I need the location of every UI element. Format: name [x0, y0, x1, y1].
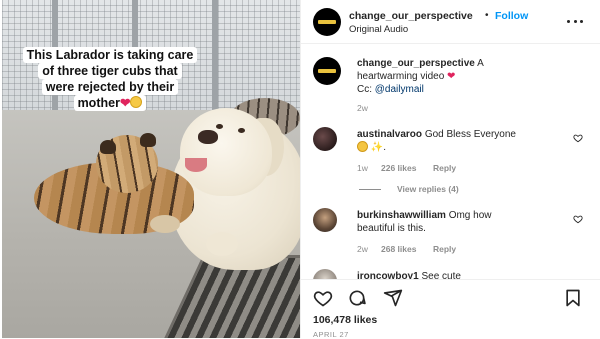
- comment-username[interactable]: austinalvaroo: [357, 129, 422, 140]
- comment: austinalvaroo God Bless Everyone ✨.: [357, 128, 557, 154]
- avatar[interactable]: [313, 269, 337, 279]
- header-username[interactable]: change_our_perspective: [349, 10, 473, 22]
- reply-button[interactable]: Reply: [433, 163, 456, 173]
- reply-button[interactable]: Reply: [433, 244, 456, 254]
- mention-link[interactable]: @dailymail: [375, 84, 424, 95]
- share-icon[interactable]: [383, 288, 403, 308]
- comment-time[interactable]: 2w: [357, 244, 368, 254]
- comment-username[interactable]: ironcowboy1: [357, 271, 419, 279]
- comment-text-continued: beautiful is this.: [357, 223, 426, 234]
- comment-icon[interactable]: [347, 288, 367, 308]
- heart-icon[interactable]: [313, 288, 333, 308]
- comment-text: Omg how: [448, 210, 492, 221]
- labrador-eye: [216, 124, 223, 129]
- post-likes-count[interactable]: 106,478 likes: [313, 314, 377, 326]
- labrador-paw: [206, 232, 238, 256]
- comment-time[interactable]: 1w: [357, 163, 368, 173]
- comment-text: God Bless Everyone: [424, 129, 516, 140]
- separator-dot: •: [485, 10, 489, 21]
- brand-logo-icon: [318, 20, 336, 24]
- avatar[interactable]: [313, 208, 337, 232]
- post-header: change_our_perspective • Follow Original…: [301, 0, 600, 44]
- post-video[interactable]: This Labrador is taking care of three ti…: [2, 0, 300, 338]
- like-comment-heart-icon[interactable]: [573, 214, 583, 224]
- avatar[interactable]: [313, 57, 341, 85]
- fence-post: [212, 0, 218, 120]
- instagram-post-modal: This Labrador is taking care of three ti…: [0, 0, 600, 339]
- tiger-cub-ear: [140, 133, 156, 147]
- comment: ironcowboy1 See cute: [357, 270, 557, 279]
- post-side-panel: change_our_perspective • Follow Original…: [300, 0, 600, 339]
- sparkles-icon: ✨: [370, 142, 384, 153]
- view-replies-button[interactable]: View replies (4): [397, 184, 459, 194]
- comment-trailing: .: [383, 142, 387, 153]
- caption-credit-prefix: Cc:: [357, 84, 372, 95]
- comments-list[interactable]: change_our_perspective A heartwarming vi…: [301, 45, 600, 279]
- tiger-cub-ear: [100, 140, 116, 154]
- labrador-tongue: [185, 158, 207, 172]
- caption-line: of three tiger cubs that: [38, 63, 182, 79]
- labrador-head: [180, 108, 272, 196]
- red-heart-icon: ❤: [447, 71, 456, 82]
- caption-line: were rejected by their: [41, 79, 179, 95]
- smiling-face-with-halo-icon: [357, 141, 368, 152]
- caption-time[interactable]: 2w: [357, 103, 368, 113]
- tiger-cub-paw: [150, 215, 180, 233]
- caption-line: This Labrador is taking care: [22, 47, 198, 63]
- comment-likes[interactable]: 268 likes: [381, 244, 416, 254]
- brand-logo-icon: [318, 69, 336, 73]
- crying-face-icon: [130, 96, 143, 108]
- comment-likes[interactable]: 226 likes: [381, 163, 416, 173]
- comment: burkinshawwilliam Omg how beautiful is t…: [357, 209, 557, 235]
- caption-line-last: mother❤: [73, 95, 147, 111]
- more-options-icon[interactable]: [567, 18, 583, 24]
- follow-button[interactable]: Follow: [495, 10, 528, 22]
- caption-comment: change_our_perspective A heartwarming vi…: [357, 57, 537, 96]
- red-heart-icon: ❤: [119, 96, 131, 110]
- labrador-nose: [198, 130, 218, 144]
- audio-label[interactable]: Original Audio: [349, 24, 408, 35]
- comment-text: See cute: [421, 271, 461, 279]
- caption-username[interactable]: change_our_perspective: [357, 58, 475, 69]
- labrador-eye: [238, 128, 245, 133]
- post-actions: 106,478 likes APRIL 27: [301, 279, 600, 339]
- caption-line-text: mother: [77, 96, 120, 110]
- video-caption-overlay: This Labrador is taking care of three ti…: [10, 47, 210, 111]
- avatar[interactable]: [313, 127, 337, 151]
- bookmark-icon[interactable]: [563, 288, 583, 308]
- like-comment-heart-icon[interactable]: [573, 133, 583, 143]
- avatar[interactable]: [313, 8, 341, 36]
- comment-username[interactable]: burkinshawwilliam: [357, 210, 446, 221]
- view-replies-line: [359, 189, 381, 190]
